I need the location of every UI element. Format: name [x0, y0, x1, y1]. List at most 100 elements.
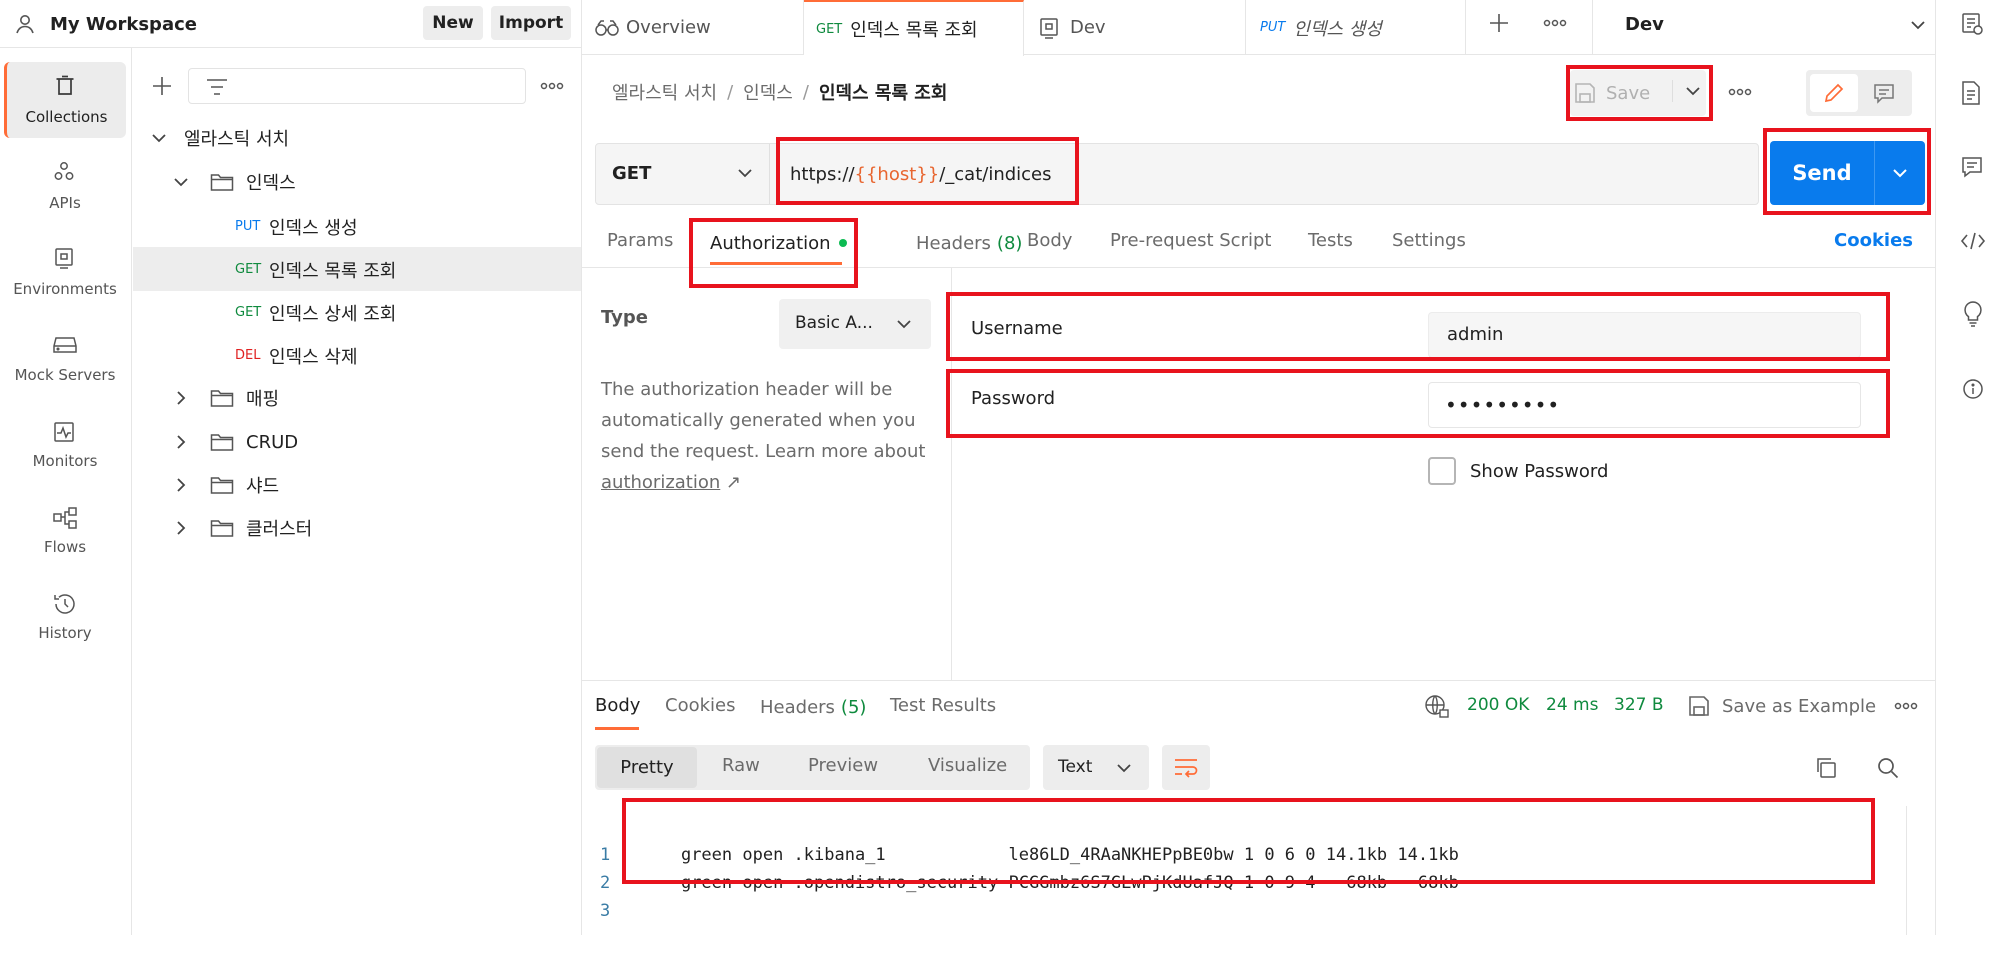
response-more-icon[interactable]: [1894, 702, 1918, 710]
breadcrumb-collection[interactable]: 엘라스틱 서치: [612, 79, 717, 105]
filter-icon: [205, 78, 229, 96]
response-tab-body[interactable]: Body: [595, 695, 640, 716]
request-name: 인덱스 삭제: [269, 347, 358, 368]
view-tab-raw[interactable]: Raw: [722, 755, 760, 776]
tree-root-row[interactable]: 엘라스틱 서치: [150, 124, 289, 152]
request-method-badge: PUT: [235, 219, 261, 234]
folder-name: 인덱스: [246, 173, 296, 194]
nav-label-flows: Flows: [43, 538, 87, 556]
response-code-view[interactable]: 1 green open .kibana_1 le86LD_4RAaNKHEPpB…: [595, 806, 1905, 935]
send-button[interactable]: Send: [1770, 141, 1874, 205]
view-tab-visualize[interactable]: Visualize: [928, 755, 1007, 776]
sidebar-more-icon[interactable]: [540, 82, 564, 90]
view-tab-preview[interactable]: Preview: [808, 755, 878, 776]
tree-folder-row[interactable]: 클러스터: [172, 514, 312, 542]
tab-headers-count: (8): [996, 232, 1023, 254]
tab-authorization[interactable]: Authorization: [710, 230, 847, 256]
cookies-link[interactable]: Cookies: [1834, 230, 1913, 251]
response-tab-test-results[interactable]: Test Results: [890, 695, 996, 716]
copy-icon[interactable]: [1814, 756, 1838, 780]
environments-icon: [52, 246, 76, 270]
password-field[interactable]: •••••••••: [1428, 382, 1861, 428]
method-value: GET: [612, 163, 652, 184]
request-more-icon[interactable]: [1728, 88, 1752, 96]
show-password-toggle[interactable]: Show Password: [1428, 456, 1608, 486]
show-password-checkbox[interactable]: [1428, 457, 1456, 485]
tab-headers-label: Headers: [916, 232, 991, 254]
new-tab-icon[interactable]: [1488, 12, 1510, 34]
tree-folder-row[interactable]: CRUD: [172, 428, 298, 456]
documentation-icon[interactable]: [1960, 80, 1982, 106]
username-field[interactable]: admin: [1428, 312, 1861, 358]
response-headers-label: Headers: [760, 696, 835, 718]
nav-item-history[interactable]: History: [4, 582, 126, 654]
workspace-switcher[interactable]: My Workspace: [14, 10, 197, 38]
comment-mode-button[interactable]: [1860, 74, 1908, 112]
nav-item-apis[interactable]: APIs: [4, 152, 126, 224]
edit-mode-button[interactable]: [1810, 74, 1858, 112]
tree-folder-row[interactable]: 매핑: [172, 384, 279, 412]
environment-selector[interactable]: Dev: [1592, 0, 1935, 55]
tree-request-row-selected[interactable]: GET 인덱스 목록 조회: [133, 247, 581, 291]
import-button[interactable]: Import: [491, 6, 571, 40]
tab-put-request[interactable]: PUT 인덱스 생성: [1246, 0, 1466, 55]
save-button[interactable]: Save: [1574, 72, 1670, 114]
tab-headers[interactable]: Headers (8): [916, 230, 1022, 256]
tree-request-row[interactable]: PUT 인덱스 생성: [133, 210, 581, 242]
search-icon[interactable]: [1876, 756, 1900, 780]
folder-name: 클러스터: [246, 519, 313, 540]
response-size[interactable]: 327 B: [1614, 695, 1664, 715]
add-collection-icon[interactable]: [150, 74, 174, 98]
tab-overview[interactable]: Overview: [582, 0, 804, 55]
tab-prerequest-script[interactable]: Pre-request Script: [1110, 230, 1271, 251]
send-dropdown-button[interactable]: [1874, 141, 1925, 205]
tab-params[interactable]: Params: [607, 230, 673, 251]
history-icon: [52, 592, 78, 616]
response-tab-cookies[interactable]: Cookies: [665, 695, 735, 716]
environment-name: Dev: [1625, 14, 1664, 35]
format-select[interactable]: Text: [1043, 745, 1149, 790]
breadcrumb-folder[interactable]: 인덱스: [743, 79, 793, 105]
response-status[interactable]: 200 OK: [1467, 695, 1529, 715]
username-value: admin: [1447, 324, 1504, 345]
tree-request-row[interactable]: DEL 인덱스 삭제: [133, 339, 581, 371]
method-select[interactable]: GET: [596, 144, 770, 204]
url-input[interactable]: https:// {{host}} /_cat/indices: [778, 144, 1756, 204]
request-method-badge: DEL: [235, 348, 261, 363]
environment-quicklook-icon[interactable]: [1960, 12, 1984, 36]
tab-settings[interactable]: Settings: [1392, 230, 1466, 251]
nav-item-collections[interactable]: Collections: [4, 62, 126, 138]
save-as-example-button[interactable]: Save as Example: [1688, 693, 1876, 719]
info-icon[interactable]: [1962, 378, 1984, 400]
tree-folder-open-row[interactable]: 인덱스: [172, 168, 296, 196]
tab-body[interactable]: Body: [1027, 230, 1072, 251]
tab-active-request[interactable]: GET 인덱스 목록 조회: [804, 0, 1024, 56]
external-link-icon: ↗: [726, 472, 742, 493]
response-time[interactable]: 24 ms: [1546, 695, 1598, 715]
breadcrumb-separator: /: [802, 81, 809, 103]
nav-item-monitors[interactable]: Monitors: [4, 410, 126, 482]
flows-icon: [52, 506, 78, 530]
tab-tests[interactable]: Tests: [1308, 230, 1353, 251]
format-value: Text: [1058, 757, 1093, 777]
collection-search-input[interactable]: [188, 68, 526, 104]
view-tab-pretty[interactable]: Pretty: [597, 747, 697, 788]
nav-item-flows[interactable]: Flows: [4, 496, 126, 568]
tree-folder-row[interactable]: 샤드: [172, 471, 279, 499]
new-button[interactable]: New: [423, 6, 483, 40]
code-icon[interactable]: [1960, 230, 1986, 252]
code-scrollbar[interactable]: [1906, 806, 1920, 935]
tab-dev-environment[interactable]: Dev: [1024, 0, 1246, 55]
wrap-lines-button[interactable]: [1162, 745, 1210, 790]
nav-item-mock-servers[interactable]: Mock Servers: [4, 324, 126, 396]
tabs-more-icon[interactable]: [1543, 19, 1567, 27]
authorization-link[interactable]: authorization: [601, 472, 720, 493]
nav-item-environments[interactable]: Environments: [4, 238, 126, 310]
active-indicator-dot: [838, 239, 847, 247]
tree-request-row[interactable]: GET 인덱스 상세 조회: [133, 296, 581, 328]
response-tab-headers[interactable]: Headers (5): [760, 695, 866, 719]
lightbulb-icon[interactable]: [1962, 300, 1984, 328]
comments-icon[interactable]: [1960, 155, 1984, 179]
auth-type-select[interactable]: Basic A...: [779, 299, 931, 349]
save-dropdown-icon[interactable]: [1672, 80, 1703, 102]
